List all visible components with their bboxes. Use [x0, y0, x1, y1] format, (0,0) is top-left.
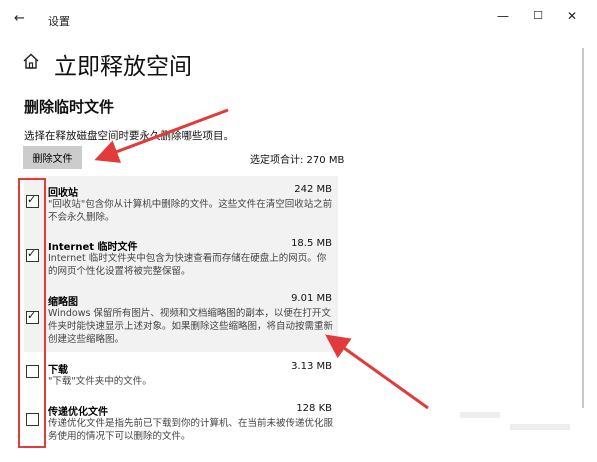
back-arrow-icon[interactable]: ← [14, 11, 25, 26]
item-size: 9.01 MB [291, 293, 332, 304]
item-name: 缩略图 [48, 297, 78, 308]
watermark [510, 424, 570, 430]
scrollbar[interactable] [582, 48, 584, 408]
item-name: Internet 临时文件 [48, 242, 138, 253]
item-description: "下载"文件夹中的文件。 [48, 376, 152, 387]
item-size: 128 KB [296, 403, 332, 414]
minimize-button[interactable]: — [493, 9, 513, 23]
item-description: 传递优化文件是指先前已下载到你的计算机、在当前未被传递优化服务使用的情况下可以删… [48, 418, 334, 442]
item-size: 3.13 MB [291, 361, 332, 372]
title-bar: ← 设置 — ☐ ✕ [0, 0, 597, 38]
home-icon[interactable] [22, 52, 40, 70]
list-item[interactable]: Internet 临时文件 18.5 MB Internet 临时文件夹中包含为… [24, 238, 338, 290]
list-item[interactable]: 缩略图 9.01 MB Windows 保留所有图片、视频和文档缩略图的副本，以… [24, 293, 338, 351]
selected-total-label: 选定项合计: 270 MB [250, 155, 345, 166]
maximize-button[interactable]: ☐ [528, 9, 548, 22]
item-size: 18.5 MB [291, 238, 332, 249]
annotation-arrow-list [325, 334, 429, 410]
list-item[interactable]: 下载 3.13 MB "下载"文件夹中的文件。 [24, 361, 338, 391]
item-name: 下载 [48, 365, 68, 376]
delete-files-button[interactable]: 删除文件 [23, 146, 82, 169]
list-item[interactable]: 传递优化文件 128 KB 传递优化文件是指先前已下载到你的计算机、在当前未被传… [24, 403, 338, 443]
watermark [460, 412, 500, 418]
list-item[interactable]: 回收站 242 MB "回收站"包含你从计算机中删除的文件。这些文件在清空回收站… [24, 184, 338, 236]
close-button[interactable]: ✕ [562, 9, 582, 23]
item-description: Internet 临时文件夹中包含为快速查看而存储在硬盘上的网页。你的网页个性化… [48, 253, 327, 277]
item-name: 传递优化文件 [48, 407, 108, 418]
window-title: 设置 [48, 15, 70, 28]
item-description: "回收站"包含你从计算机中删除的文件。这些文件在清空回收站之前不会永久删除。 [48, 199, 333, 223]
section-title: 删除临时文件 [24, 98, 115, 116]
item-description: Windows 保留所有图片、视频和文档缩略图的副本，以便在打开文件夹时能快速显… [48, 308, 334, 345]
description-text: 选择在释放磁盘空间时要永久删除哪些项目。 [24, 130, 234, 142]
item-name: 回收站 [48, 188, 78, 199]
item-size: 242 MB [294, 184, 332, 195]
annotation-box [18, 178, 46, 448]
page-title: 立即释放空间 [54, 54, 192, 80]
